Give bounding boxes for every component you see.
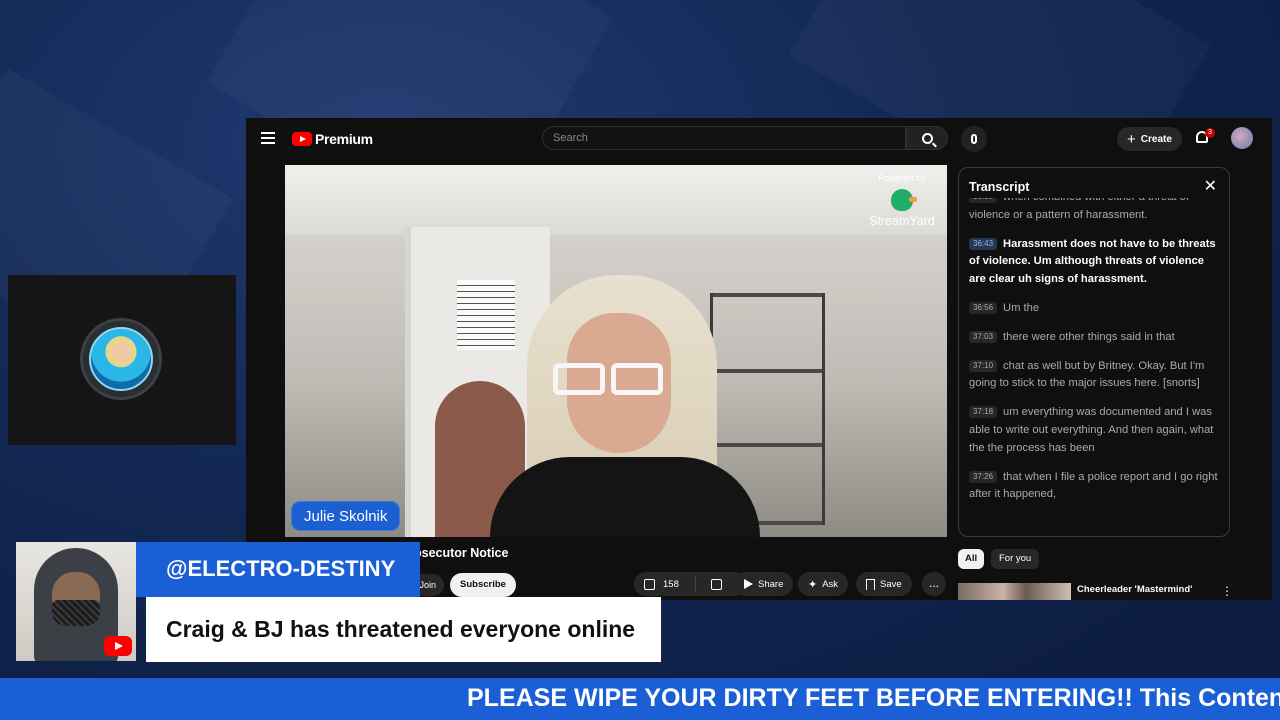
transcript-text: that when I file a police report and I g…: [969, 470, 1218, 501]
youtube-logo[interactable]: Premium: [292, 131, 373, 147]
shelf-board: [713, 369, 822, 373]
chip-for-you[interactable]: For you: [991, 549, 1040, 569]
transcript-timestamp[interactable]: 37:03: [969, 330, 998, 343]
video-ceiling: [285, 165, 947, 235]
dislike-button[interactable]: [701, 578, 722, 590]
save-label: Save: [880, 578, 902, 590]
news-ticker: PLEASE WIPE YOUR DIRTY FEET BEFORE ENTER…: [0, 678, 1280, 720]
transcript-segment[interactable]: 37:18 um everything was documented and I …: [969, 404, 1221, 457]
headline-box: Craig & BJ has threatened everyone onlin…: [146, 597, 661, 662]
transcript-segment[interactable]: 37:26 that when I file a police report an…: [969, 469, 1221, 505]
transcript-title: Transcript: [969, 180, 1030, 194]
youtube-badge-icon: [104, 636, 132, 656]
transcript-timestamp[interactable]: 36:35: [969, 198, 998, 203]
video-player[interactable]: Powered by StreamYard Julie Skolnik: [285, 165, 947, 537]
transcript-text: there were other things said in that: [1003, 330, 1175, 343]
speaker-body: [490, 457, 760, 537]
chip-all[interactable]: All: [958, 549, 985, 569]
more-actions-button[interactable]: ...: [922, 572, 946, 596]
ask-label: Ask: [822, 578, 839, 590]
streamyard-duck-icon: [887, 185, 917, 213]
create-button[interactable]: + Create: [1117, 127, 1182, 151]
transcript-timestamp[interactable]: 36:43: [969, 237, 998, 250]
transcript-list[interactable]: 36:35when combined with either a threat …: [969, 198, 1221, 534]
transcript-text: um everything was documented and I was a…: [969, 406, 1214, 454]
glasses-lens: [611, 363, 663, 395]
transcript-segment[interactable]: 36:35when combined with either a threat …: [969, 198, 1221, 225]
account-avatar[interactable]: [1231, 127, 1253, 149]
transcript-panel: Transcript ✕ 36:35when combined with eit…: [958, 167, 1230, 537]
recommended-thumbnail[interactable]: [958, 583, 1071, 600]
bookmark-icon: [866, 578, 875, 590]
save-button[interactable]: Save: [856, 572, 912, 596]
avatar-image: [89, 327, 153, 391]
share-label: Share: [758, 578, 784, 590]
sparkle-icon: ✦: [808, 578, 818, 591]
dislike-icon: [711, 578, 722, 590]
transcript-text: when combined with either a threat of vi…: [969, 198, 1189, 221]
ask-button[interactable]: ✦ Ask: [798, 572, 849, 596]
youtube-logo-icon: [292, 132, 312, 146]
youtube-logo-text: Premium: [315, 131, 373, 147]
plus-icon: +: [1127, 130, 1136, 148]
voice-search-button[interactable]: [961, 126, 987, 152]
transcript-segment[interactable]: 37:03 there were other things said in tha…: [969, 329, 1221, 347]
shelf-board: [713, 293, 822, 297]
transcript-segment[interactable]: 36:56 Um the: [969, 300, 1221, 318]
share-icon: [744, 579, 753, 589]
transcript-text: Um the: [1003, 301, 1040, 314]
speaker-name-tag: Julie Skolnik: [291, 501, 401, 531]
like-dislike-group: 158: [634, 572, 746, 596]
transcript-segment[interactable]: 36:43 Harassment does not have to be thre…: [969, 236, 1221, 289]
like-icon: [644, 578, 655, 590]
shelf-board: [713, 443, 822, 447]
notification-badge: 3: [1205, 128, 1215, 138]
webcam-mask: [52, 600, 100, 626]
like-count: 158: [663, 578, 679, 590]
create-label: Create: [1140, 133, 1172, 145]
glasses-lens: [553, 363, 605, 395]
transcript-timestamp[interactable]: 37:18: [969, 406, 998, 419]
video-notes: [457, 280, 515, 350]
share-button[interactable]: Share: [734, 572, 794, 596]
powered-by-text: Powered by: [878, 173, 926, 183]
like-button[interactable]: 158: [634, 576, 696, 592]
youtube-topbar: Premium Search + Create 3: [246, 118, 1272, 160]
channel-avatar: [80, 318, 162, 400]
menu-icon[interactable]: [261, 132, 275, 144]
streamyard-watermark: Powered by StreamYard: [865, 173, 939, 235]
youtube-window: Premium Search + Create 3 Powered by Str…: [246, 118, 1272, 600]
recommended-menu-icon[interactable]: ⋮: [1221, 584, 1233, 598]
subscribe-button[interactable]: Subscribe: [450, 573, 516, 597]
channel-handle-banner: @ELECTRO-DESTINY: [136, 542, 420, 597]
transcript-text: chat as well but by Britney. Okay. But I…: [969, 359, 1205, 390]
transcript-timestamp[interactable]: 37:26: [969, 470, 998, 483]
ticker-text: PLEASE WIPE YOUR DIRTY FEET BEFORE ENTER…: [467, 684, 1280, 712]
transcript-timestamp[interactable]: 36:56: [969, 301, 998, 314]
close-icon[interactable]: ✕: [1204, 176, 1217, 196]
recommended-title[interactable]: Cheerleader 'Mastermind': [1077, 584, 1192, 595]
video-title: osecutor Notice: [414, 546, 509, 560]
speaker-glasses: [553, 363, 667, 397]
streamyard-brand: StreamYard: [869, 214, 935, 228]
transcript-timestamp[interactable]: 37:10: [969, 359, 998, 372]
streamer-webcam: [16, 542, 136, 661]
search-icon: [921, 132, 933, 144]
search-input[interactable]: Search: [542, 126, 906, 150]
transcript-segment[interactable]: 37:10 chat as well but by Britney. Okay. …: [969, 358, 1221, 394]
mic-icon: [971, 134, 977, 144]
transcript-text: Harassment does not have to be threats o…: [969, 237, 1216, 286]
search-button[interactable]: [906, 126, 948, 150]
